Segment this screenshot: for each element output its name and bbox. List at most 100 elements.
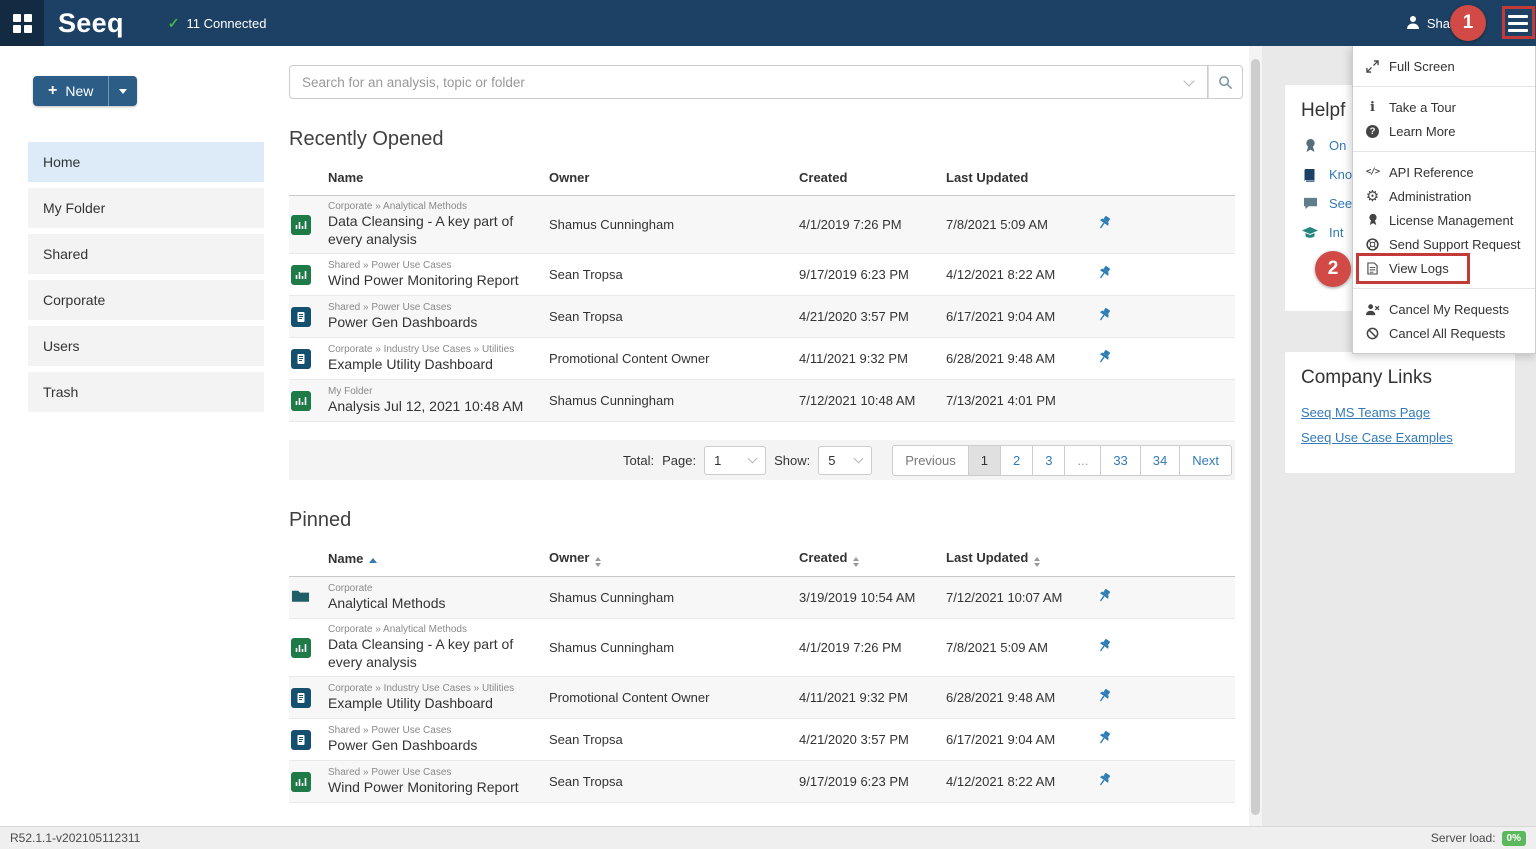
row-owner: Shamus Cunningham	[549, 217, 799, 232]
sidebar-item-home[interactable]: Home	[28, 142, 264, 182]
chevron-down-icon	[119, 89, 127, 94]
menu-item-label: Send Support Request	[1389, 237, 1521, 252]
show-select-value: 5	[828, 453, 835, 468]
column-header-name-sortable[interactable]: Name	[328, 551, 549, 566]
table-row[interactable]: Corporate » Industry Use Cases » Utiliti…	[289, 338, 1235, 380]
search-bar	[289, 65, 1243, 99]
vertical-scrollbar[interactable]	[1249, 46, 1262, 826]
row-name[interactable]: Analysis Jul 12, 2021 10:48 AM	[328, 398, 535, 416]
pin-icon[interactable]	[1096, 265, 1112, 284]
pin-icon[interactable]	[1096, 307, 1112, 326]
row-name[interactable]: Data Cleansing - A key part of every ana…	[328, 213, 535, 248]
row-updated: 6/17/2021 9:04 AM	[946, 309, 1090, 324]
pin-icon[interactable]	[1096, 638, 1112, 657]
help-link-label: Kno	[1329, 167, 1352, 182]
row-name[interactable]: Analytical Methods	[328, 595, 535, 613]
show-select[interactable]: 5	[818, 446, 872, 475]
seeq-ms-teams-link[interactable]: Seeq MS Teams Page	[1301, 405, 1499, 420]
menu-item-label: License Management	[1389, 213, 1513, 228]
sidebar-item-corporate[interactable]: Corporate	[28, 280, 264, 320]
row-name[interactable]: Wind Power Monitoring Report	[328, 272, 535, 290]
user-menu[interactable]: Sha	[1406, 0, 1450, 46]
new-button-dropdown[interactable]	[108, 76, 137, 106]
show-label: Show:	[774, 453, 810, 468]
sidebar-item-label: Home	[43, 154, 80, 170]
row-name[interactable]: Example Utility Dashboard	[328, 356, 535, 374]
award-icon	[1301, 138, 1319, 153]
row-name[interactable]: Example Utility Dashboard	[328, 695, 535, 713]
menu-item-full-screen[interactable]: Full Screen	[1353, 54, 1535, 78]
menu-item-license-management[interactable]: License Management	[1353, 208, 1535, 232]
help-link-label: On	[1329, 138, 1346, 153]
pin-icon[interactable]	[1096, 588, 1112, 607]
row-name[interactable]: Power Gen Dashboards	[328, 314, 535, 332]
page-button-1[interactable]: 1	[968, 445, 1001, 476]
table-row[interactable]: Shared » Power Use CasesPower Gen Dashbo…	[289, 719, 1235, 761]
ban-icon	[1365, 327, 1380, 340]
row-updated: 6/28/2021 9:48 AM	[946, 690, 1090, 705]
seeq-use-case-examples-link[interactable]: Seeq Use Case Examples	[1301, 430, 1499, 445]
menu-item-api-reference[interactable]: </> API Reference	[1353, 160, 1535, 184]
graduation-cap-icon	[1301, 227, 1319, 239]
seeq-logo[interactable]: Seeq	[58, 8, 124, 39]
sidebar-item-my-folder[interactable]: My Folder	[28, 188, 264, 228]
column-header-owner-sortable[interactable]: Owner	[549, 550, 799, 567]
menu-item-cancel-my-requests[interactable]: Cancel My Requests	[1353, 297, 1535, 321]
sidebar-item-trash[interactable]: Trash	[28, 372, 264, 412]
row-name[interactable]: Data Cleansing - A key part of every ana…	[328, 636, 535, 671]
table-row[interactable]: Corporate » Analytical MethodsData Clean…	[289, 196, 1235, 254]
page-button-33[interactable]: 33	[1100, 445, 1140, 476]
row-updated: 4/12/2021 8:22 AM	[946, 267, 1090, 282]
new-button[interactable]: + New	[33, 76, 137, 106]
row-updated: 6/17/2021 9:04 AM	[946, 732, 1090, 747]
menu-item-cancel-all-requests[interactable]: Cancel All Requests	[1353, 321, 1535, 345]
menu-item-learn-more[interactable]: ? Learn More	[1353, 119, 1535, 143]
left-sidebar: + New Home My Folder Shared Corporate Us…	[0, 46, 278, 826]
pin-icon[interactable]	[1096, 349, 1112, 368]
page-button-3[interactable]: 3	[1032, 445, 1065, 476]
scrollbar-thumb[interactable]	[1251, 59, 1260, 815]
search-button[interactable]	[1208, 65, 1243, 99]
menu-item-take-a-tour[interactable]: i Take a Tour	[1353, 95, 1535, 119]
page-button-2[interactable]: 2	[1000, 445, 1033, 476]
row-owner: Shamus Cunningham	[549, 590, 799, 605]
sort-ascending-icon	[369, 558, 377, 563]
row-breadcrumb: Corporate	[328, 583, 535, 594]
page-ellipsis: ...	[1064, 445, 1101, 476]
row-name[interactable]: Power Gen Dashboards	[328, 737, 535, 755]
table-row[interactable]: My FolderAnalysis Jul 12, 2021 10:48 AM …	[289, 380, 1235, 422]
row-owner: Promotional Content Owner	[549, 351, 799, 366]
table-row[interactable]: Shared » Power Use CasesPower Gen Dashbo…	[289, 296, 1235, 338]
table-row[interactable]: Corporate » Industry Use Cases » Utiliti…	[289, 677, 1235, 719]
previous-page-button[interactable]: Previous	[892, 445, 969, 476]
page-select[interactable]: 1	[704, 446, 766, 475]
page-button-34[interactable]: 34	[1140, 445, 1180, 476]
gear-icon: ⚙	[1366, 189, 1379, 204]
menu-item-label: API Reference	[1389, 165, 1474, 180]
table-row[interactable]: CorporateAnalytical Methods Shamus Cunni…	[289, 577, 1235, 619]
row-owner: Sean Tropsa	[549, 732, 799, 747]
table-row[interactable]: Shared » Power Use CasesWind Power Monit…	[289, 254, 1235, 296]
pin-icon[interactable]	[1096, 730, 1112, 749]
column-header-updated-sortable[interactable]: Last Updated	[946, 550, 1090, 567]
table-row[interactable]: Corporate » Analytical MethodsData Clean…	[289, 619, 1235, 677]
top-navbar: Seeq ✓ 11 Connected Sha	[0, 0, 1536, 46]
row-name[interactable]: Wind Power Monitoring Report	[328, 779, 535, 797]
pin-icon[interactable]	[1096, 772, 1112, 791]
pin-icon[interactable]	[1096, 215, 1112, 234]
row-created: 4/21/2020 3:57 PM	[799, 732, 946, 747]
sidebar-item-shared[interactable]: Shared	[28, 234, 264, 274]
next-page-button[interactable]: Next	[1179, 445, 1232, 476]
connection-status[interactable]: ✓ 11 Connected	[168, 15, 267, 32]
apps-grid-button[interactable]	[0, 0, 44, 46]
server-load-badge[interactable]: 0%	[1502, 831, 1526, 846]
pin-icon[interactable]	[1096, 688, 1112, 707]
folder-icon	[291, 588, 310, 607]
column-header-created-sortable[interactable]: Created	[799, 550, 946, 567]
info-icon: i	[1370, 100, 1375, 115]
sidebar-item-users[interactable]: Users	[28, 326, 264, 366]
table-row[interactable]: Shared » Power Use CasesWind Power Monit…	[289, 761, 1235, 803]
menu-item-administration[interactable]: ⚙ Administration	[1353, 184, 1535, 208]
life-ring-icon	[1365, 238, 1380, 251]
search-input[interactable]	[289, 65, 1208, 99]
